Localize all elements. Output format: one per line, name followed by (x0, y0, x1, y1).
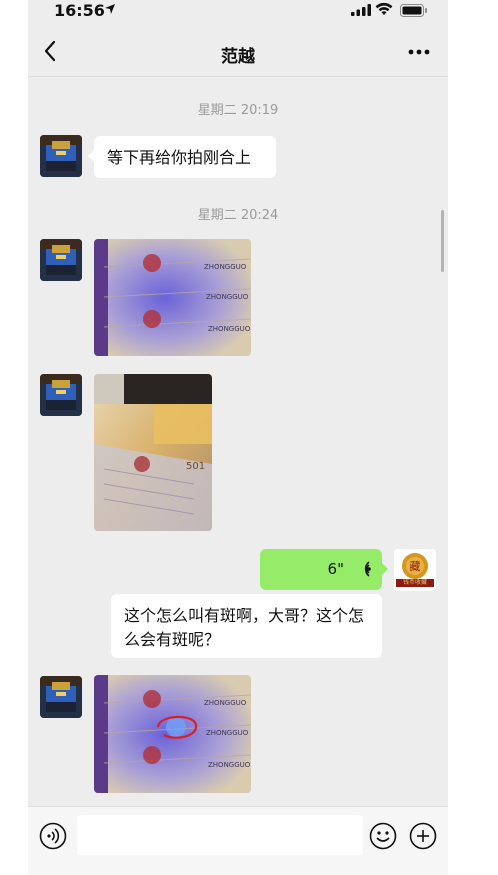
voice-wave-icon (364, 561, 371, 577)
svg-text:ZHONGGUO: ZHONGGUO (206, 293, 249, 301)
photo-message[interactable]: 501 (94, 374, 212, 531)
more-dots-icon[interactable] (408, 49, 430, 55)
svg-text:藏: 藏 (410, 560, 421, 573)
voice-duration: 6" (327, 560, 344, 578)
plus-icon[interactable] (409, 822, 437, 850)
voice-mode-icon[interactable] (39, 822, 67, 850)
status-bar: 16:56 (28, 0, 448, 24)
message-text: 这个怎么叫有斑啊，大哥？这个怎么会有斑呢？ (124, 606, 365, 649)
photo-message[interactable]: ZHONGGUO ZHONGGUO ZHONGGUO (94, 675, 251, 793)
input-bar (28, 806, 448, 875)
svg-text:ZHONGGUO: ZHONGGUO (208, 761, 251, 769)
message-bubble[interactable]: 这个怎么叫有斑啊，大哥？这个怎么会有斑呢？ (111, 594, 382, 658)
signal-icon (351, 4, 371, 16)
message-bubble[interactable]: 等下再给你拍刚合上 (88, 136, 276, 178)
message-timestamp: 星期二 20:19 (197, 103, 279, 118)
svg-text:501: 501 (186, 461, 205, 472)
contact-avatar[interactable] (40, 135, 82, 177)
contact-avatar[interactable] (40, 676, 82, 718)
message-timestamp: 星期二 20:24 (197, 208, 279, 223)
chat-screen: 16:56 范越 星期二 20:19 等下再给你拍刚合上 星期二 20:24 Z… (28, 0, 448, 875)
svg-text:ZHONGGUO: ZHONGGUO (208, 325, 251, 333)
my-avatar[interactable]: 藏 钱币收藏 (394, 549, 436, 591)
chat-title: 范越 (221, 47, 255, 67)
scrollbar[interactable] (441, 210, 444, 272)
status-time: 16:56 (54, 1, 105, 20)
message-text: 等下再给你拍刚合上 (107, 148, 252, 167)
emoji-icon[interactable] (369, 822, 397, 850)
photo-message[interactable]: ZHONGGUO ZHONGGUO ZHONGGUO (94, 239, 251, 356)
message-input[interactable] (77, 815, 363, 855)
svg-text:ZHONGGUO: ZHONGGUO (206, 729, 249, 737)
my-avatar-text: 钱币收藏 (402, 579, 427, 586)
svg-text:ZHONGGUO: ZHONGGUO (204, 263, 247, 271)
battery-icon (400, 4, 427, 17)
chat-header: 范越 (28, 24, 448, 77)
wifi-icon (375, 2, 393, 15)
contact-avatar[interactable] (40, 374, 82, 416)
contact-avatar[interactable] (40, 239, 82, 281)
location-arrow-icon (105, 4, 115, 14)
voice-message-bubble[interactable]: 6" (260, 549, 388, 590)
svg-text:ZHONGGUO: ZHONGGUO (204, 699, 247, 707)
